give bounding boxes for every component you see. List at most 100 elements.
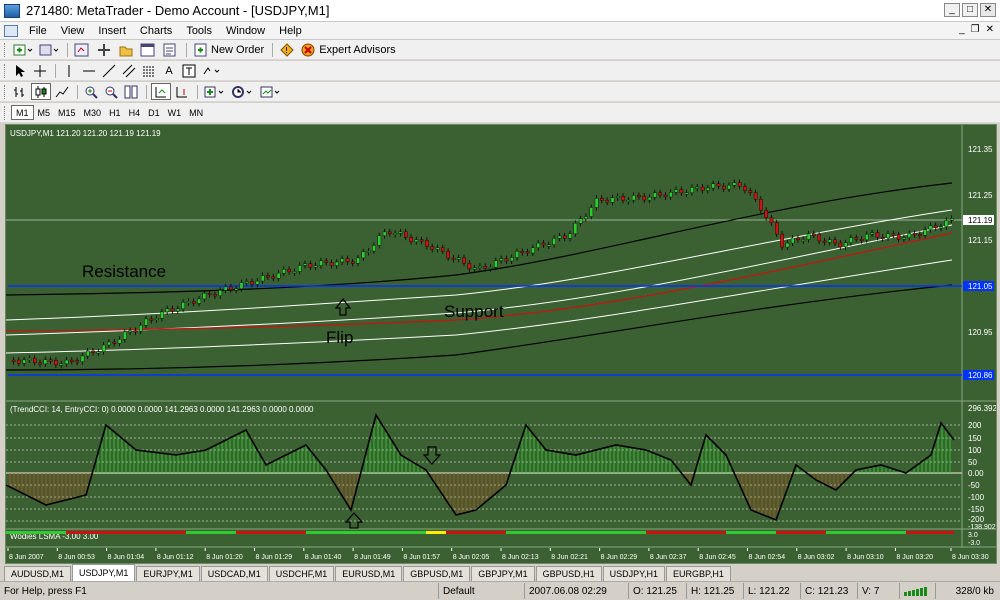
channel-icon[interactable] [120, 62, 138, 79]
timeframe-d1[interactable]: D1 [144, 105, 164, 120]
flip-up-arrow-icon [334, 298, 352, 316]
timeframe-h1[interactable]: H1 [105, 105, 125, 120]
candle-body [716, 183, 721, 187]
candle-body [674, 189, 678, 193]
strategy-tester-icon[interactable] [160, 41, 180, 58]
tab-usdcad-m1[interactable]: USDCAD,M1 [200, 566, 268, 581]
candle-body [351, 261, 355, 264]
tab-usdjpy-h1[interactable]: USDJPY,H1 [602, 566, 666, 581]
bar-chart-icon[interactable] [11, 83, 29, 100]
data-window-icon[interactable] [94, 41, 114, 58]
candle-body [202, 293, 207, 300]
chart-shift-icon[interactable] [173, 83, 191, 100]
periods-icon[interactable] [230, 83, 256, 100]
mdi-minimize-button[interactable]: _ [959, 24, 965, 35]
menu-window[interactable]: Window [219, 25, 272, 37]
new-chart-button[interactable] [11, 41, 35, 58]
zoom-in-icon[interactable] [82, 83, 100, 100]
candlesticks-icon[interactable] [31, 83, 51, 100]
time-label: 8 Jun 01:12 [157, 554, 194, 561]
chart-window[interactable]: USDJPY,M1 121.20 121.20 121.19 121.19 (T… [5, 124, 997, 564]
candle-body [409, 237, 413, 242]
minimize-button[interactable]: _ [944, 3, 960, 17]
new-order-button[interactable]: New Order [191, 41, 266, 58]
autoscroll-icon[interactable] [151, 83, 171, 100]
maximize-button[interactable]: □ [962, 3, 978, 17]
lsma-segment [426, 531, 446, 534]
text-tool-icon[interactable]: A [160, 62, 178, 79]
candle-body [54, 360, 58, 366]
trendline-icon[interactable] [100, 62, 118, 79]
candle-body [785, 242, 790, 248]
tab-eurusd-m1[interactable]: EURUSD,M1 [335, 566, 403, 581]
menu-help[interactable]: Help [272, 25, 309, 37]
timeframe-m1[interactable]: M1 [11, 105, 34, 120]
lsma-value: 3.0 [968, 532, 978, 539]
timeframe-m30[interactable]: M30 [80, 105, 106, 120]
candle-body [43, 359, 48, 365]
tab-gbpjpy-m1[interactable]: GBPJPY,M1 [471, 566, 535, 581]
mdi-close-button[interactable]: ✕ [986, 24, 994, 35]
horizontal-line-icon[interactable] [80, 62, 98, 79]
terminal-icon[interactable] [138, 41, 158, 58]
chart-canvas[interactable]: USDJPY,M1 121.20 121.20 121.19 121.19 (T… [6, 125, 996, 563]
menu-charts[interactable]: Charts [133, 25, 179, 37]
vertical-line-icon[interactable] [60, 62, 78, 79]
svg-text:!: ! [285, 46, 288, 55]
tab-gbpusd-h1[interactable]: GBPUSD,H1 [535, 566, 602, 581]
navigator-icon[interactable] [116, 41, 136, 58]
lsma-segment [446, 531, 506, 534]
mdi-restore-button[interactable]: ❐ [971, 24, 980, 35]
tab-usdchf-m1[interactable]: USDCHF,M1 [268, 566, 335, 581]
chart-header: USDJPY,M1 121.20 121.20 121.19 121.19 [10, 129, 161, 138]
tab-gbpusd-m1[interactable]: GBPUSD,M1 [403, 566, 471, 581]
tab-eurgbp-h1[interactable]: EURGBP,H1 [666, 566, 731, 581]
metaeditor-icon[interactable]: ! [277, 41, 297, 58]
menu-tools[interactable]: Tools [179, 25, 219, 37]
price-label: 121.15 [968, 236, 993, 245]
line-chart-icon[interactable] [53, 83, 71, 100]
templates-icon[interactable] [258, 83, 284, 100]
profiles-button[interactable] [37, 41, 61, 58]
arrows-icon[interactable] [200, 62, 224, 79]
chart-window-icon[interactable] [4, 24, 18, 37]
zoom-out-icon[interactable] [102, 83, 120, 100]
candle-body [340, 258, 345, 263]
timeframe-w1[interactable]: W1 [164, 105, 186, 120]
indicators-icon[interactable] [202, 83, 228, 100]
tab-eurjpy-m1[interactable]: EURJPY,M1 [136, 566, 200, 581]
candle-body [626, 199, 631, 202]
candle-body [398, 231, 403, 234]
menu-file[interactable]: File [22, 25, 54, 37]
time-label: 8 Jun 03:20 [896, 554, 933, 561]
candle-body [806, 233, 811, 240]
menu-insert[interactable]: Insert [91, 25, 133, 37]
time-label: 8 Jun 01:20 [206, 554, 243, 561]
tile-windows-icon[interactable] [122, 83, 140, 100]
text-label-icon[interactable] [180, 62, 198, 79]
candle-body [101, 344, 106, 352]
timeframe-mn[interactable]: MN [185, 105, 207, 120]
tab-usdjpy-m1[interactable]: USDJPY,M1 [72, 564, 136, 581]
cursor-icon[interactable] [11, 62, 29, 79]
market-watch-icon[interactable] [72, 41, 92, 58]
fibonacci-icon[interactable] [140, 62, 158, 79]
menu-view[interactable]: View [54, 25, 92, 37]
timeframe-m5[interactable]: M5 [34, 105, 55, 120]
candle-body [568, 233, 572, 239]
resistance-annotation: Resistance [82, 262, 166, 281]
expert-advisors-button[interactable]: Expert Advisors [299, 41, 397, 58]
status-bar: For Help, press F1 Default 2007.06.08 02… [0, 581, 1000, 600]
tab-audusd-m1[interactable]: AUDUSD,M1 [4, 566, 72, 581]
candle-body [870, 232, 874, 235]
candle-body [557, 235, 562, 239]
cci-level: 100 [968, 446, 982, 455]
crosshair-icon[interactable] [31, 62, 49, 79]
timeframe-h4[interactable]: H4 [125, 105, 145, 120]
candle-body [928, 225, 933, 230]
timeframe-m15[interactable]: M15 [54, 105, 80, 120]
close-button[interactable]: ✕ [980, 3, 996, 17]
candle-body [737, 182, 742, 187]
periodicity-toolbar: M1 M5 M15 M30 H1 H4 D1 W1 MN [0, 103, 1000, 123]
candle-body [541, 242, 546, 246]
